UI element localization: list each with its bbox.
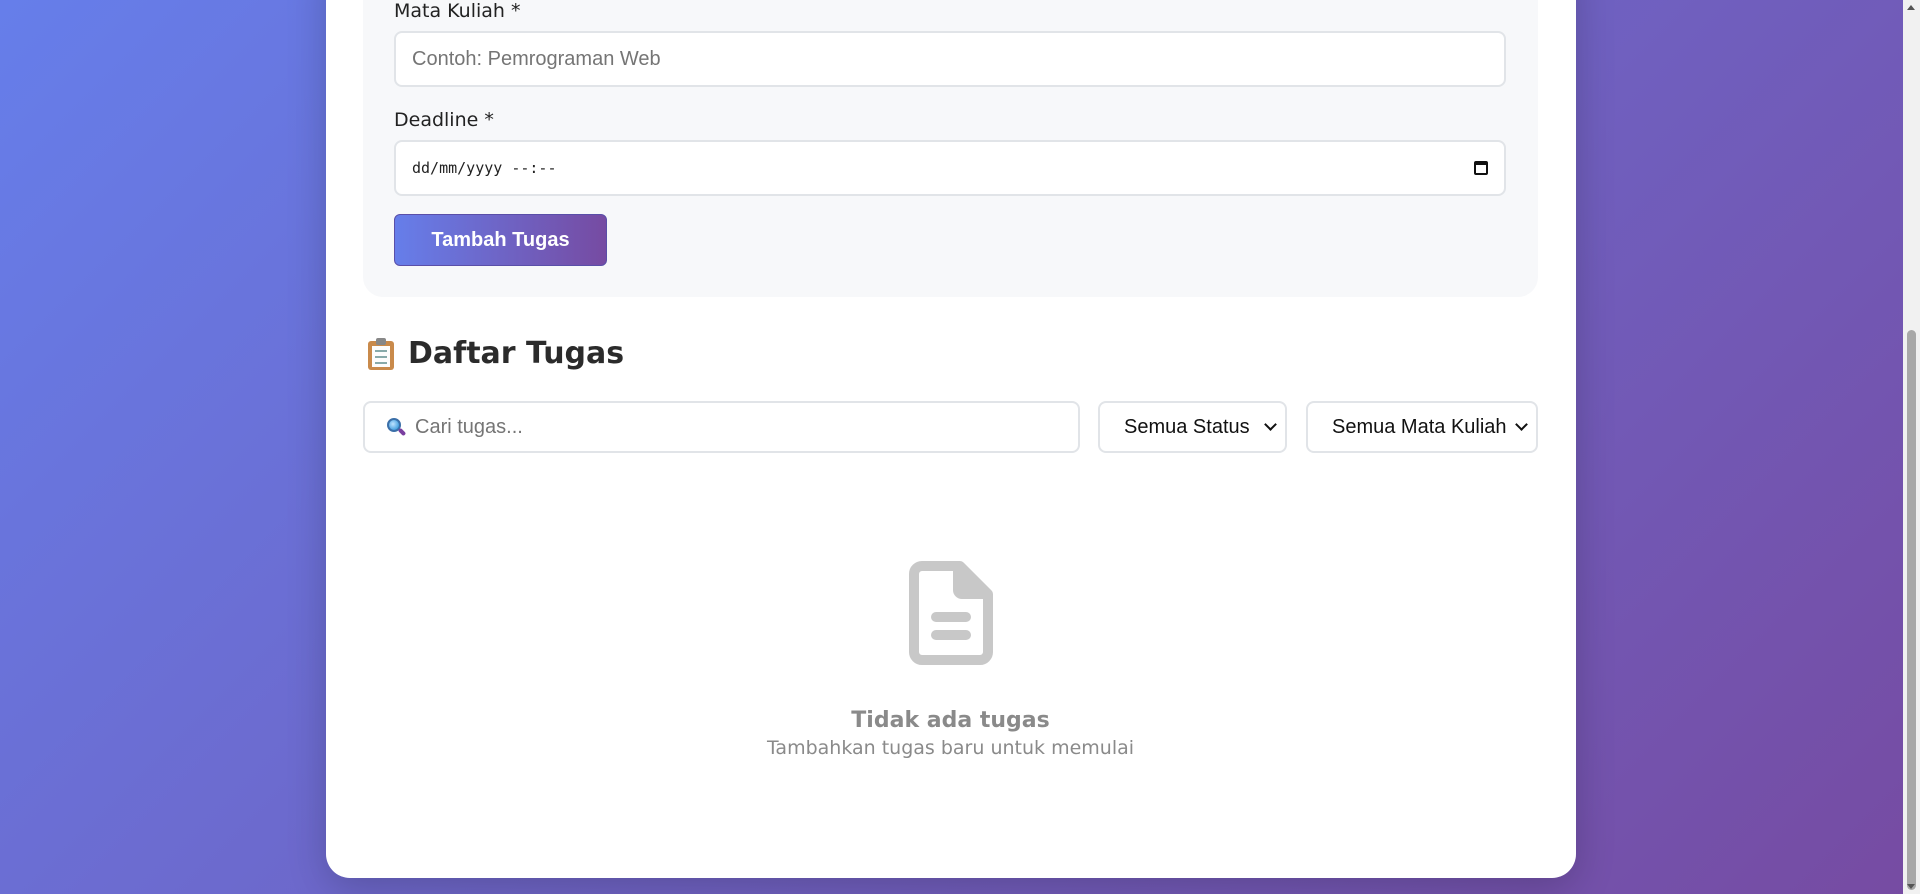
- page-scrollbar[interactable]: [1903, 0, 1920, 894]
- status-filter-value: Semua Status: [1124, 415, 1250, 438]
- scroll-up-arrow-icon[interactable]: [1907, 5, 1915, 10]
- chevron-down-icon: [1264, 418, 1277, 431]
- chevron-down-icon: [1515, 418, 1528, 431]
- calendar-icon[interactable]: [1474, 161, 1488, 175]
- task-list-title: Daftar Tugas: [408, 336, 625, 371]
- mata-kuliah-input[interactable]: [394, 31, 1506, 87]
- empty-state-title: Tidak ada tugas: [851, 708, 1050, 733]
- scroll-down-arrow-icon[interactable]: [1907, 884, 1915, 889]
- main-card: Mata Kuliah * Deadline * dd/mm/yyyy --:-…: [326, 0, 1576, 878]
- mata-kuliah-label: Mata Kuliah *: [394, 0, 521, 22]
- task-list-header: Daftar Tugas: [368, 336, 624, 371]
- search-field[interactable]: [363, 401, 1080, 453]
- deadline-label: Deadline *: [394, 109, 494, 131]
- scrollbar-thumb[interactable]: [1907, 330, 1916, 890]
- add-task-button[interactable]: Tambah Tugas: [394, 214, 607, 266]
- course-filter-value: Semua Mata Kuliah: [1332, 415, 1507, 438]
- deadline-placeholder: dd/mm/yyyy --:--: [412, 159, 557, 177]
- empty-state-subtitle: Tambahkan tugas baru untuk memulai: [766, 737, 1135, 759]
- search-input[interactable]: [415, 415, 1055, 439]
- course-filter-select[interactable]: Semua Mata Kuliah: [1306, 401, 1538, 453]
- clipboard-icon: [368, 337, 394, 370]
- empty-state: Tidak ada tugas Tambahkan tugas baru unt…: [363, 560, 1538, 759]
- search-icon: [387, 418, 407, 437]
- status-filter-select[interactable]: Semua Status: [1098, 401, 1287, 453]
- add-task-form: Mata Kuliah * Deadline * dd/mm/yyyy --:-…: [363, 0, 1538, 297]
- document-icon: [908, 560, 994, 666]
- deadline-input[interactable]: dd/mm/yyyy --:--: [394, 140, 1506, 196]
